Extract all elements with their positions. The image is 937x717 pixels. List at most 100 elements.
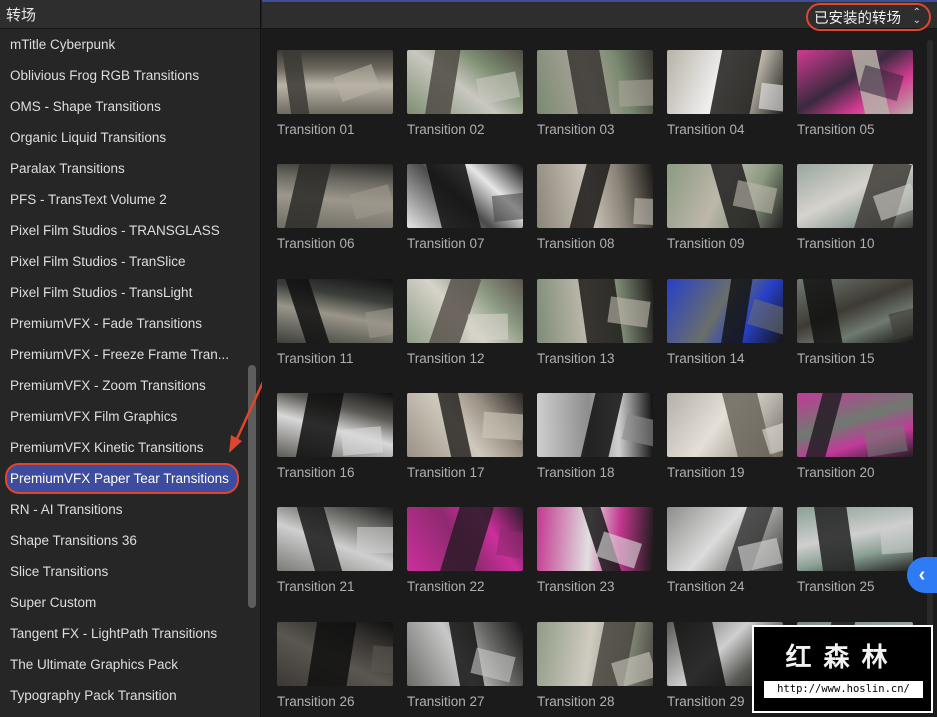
sidebar-item[interactable]: Organic Liquid Transitions <box>0 122 244 153</box>
transition-tile[interactable]: Transition 28 <box>537 621 653 709</box>
transition-thumbnail[interactable] <box>667 507 783 572</box>
paper-tear-shape <box>566 50 612 114</box>
transition-thumbnail[interactable] <box>277 621 393 686</box>
transition-thumbnail[interactable] <box>277 164 393 229</box>
transition-thumbnail[interactable] <box>407 164 523 229</box>
sidebar-scrollbar[interactable] <box>248 365 256 608</box>
transition-tile[interactable]: Transition 11 <box>277 278 393 366</box>
sidebar-item[interactable]: Paralax Transitions <box>0 153 244 184</box>
collapse-inspector-button[interactable]: ‹ <box>907 557 937 593</box>
transition-tile[interactable]: Transition 15 <box>797 278 913 366</box>
transition-thumbnail[interactable] <box>797 164 913 229</box>
transition-tile[interactable]: Transition 13 <box>537 278 653 366</box>
paper-tear-shape <box>294 392 345 457</box>
sidebar-item[interactable]: PremiumVFX - Fade Transitions <box>0 308 244 339</box>
transition-thumbnail[interactable] <box>537 507 653 572</box>
select-chevron-icon: ⌃ ⌄ <box>912 7 921 26</box>
transition-tile[interactable]: Transition 24 <box>667 507 783 594</box>
sidebar-item[interactable]: PremiumVFX - Freeze Frame Tran... <box>0 339 244 370</box>
paper-tear-shape <box>813 507 857 572</box>
transition-tile[interactable]: Transition 22 <box>407 507 523 594</box>
transition-thumbnail[interactable] <box>277 507 393 572</box>
transition-thumbnail[interactable] <box>407 278 523 343</box>
transition-tile[interactable]: Transition 01 <box>277 50 393 137</box>
transition-thumbnail[interactable] <box>797 278 913 343</box>
sidebar: 转场 mTitle Cyberpunk Oblivious Frog RGB Tr… <box>0 0 261 717</box>
transition-tile[interactable]: Transition 25 <box>797 507 913 594</box>
paper-tear-shape <box>333 63 381 103</box>
transition-tile[interactable]: Transition 08 <box>537 164 653 251</box>
sidebar-item[interactable]: Pixel Film Studios - TRANSGLASS <box>0 215 244 246</box>
transition-tile[interactable]: Transition 27 <box>407 621 523 709</box>
sidebar-item[interactable]: Tangent FX - LightPath Transitions <box>0 618 244 649</box>
transition-tile[interactable]: Transition 21 <box>277 507 393 594</box>
sidebar-item[interactable]: RN - AI Transitions <box>0 494 244 525</box>
paper-tear-shape <box>568 164 611 229</box>
transition-tile[interactable]: Transition 03 <box>537 50 653 137</box>
transition-thumbnail[interactable] <box>537 392 653 457</box>
transition-tile[interactable]: Transition 16 <box>277 392 393 480</box>
transition-thumbnail[interactable] <box>537 50 653 114</box>
sidebar-item[interactable]: Pixel Film Studios - TranSlice <box>0 246 244 277</box>
sidebar-item[interactable]: Pixel Film Studios - TransLight <box>0 277 244 308</box>
transition-thumbnail[interactable] <box>797 392 913 457</box>
transition-tile[interactable]: Transition 10 <box>797 164 913 251</box>
sidebar-item[interactable]: PremiumVFX Paper Tear Transitions <box>5 463 239 494</box>
transition-thumbnail[interactable] <box>667 164 783 229</box>
transition-tile[interactable]: Transition 02 <box>407 50 523 137</box>
transition-thumbnail[interactable] <box>277 278 393 343</box>
transition-tile[interactable]: Transition 07 <box>407 164 523 251</box>
transition-tile[interactable]: Transition 20 <box>797 392 913 480</box>
transition-tile[interactable]: Transition 23 <box>537 507 653 594</box>
sidebar-item[interactable]: Typography Pack Transition <box>0 680 244 711</box>
sidebar-item[interactable]: Shape Transitions 36 <box>0 525 244 556</box>
paper-tear-shape <box>305 621 358 686</box>
paper-tear-shape <box>607 295 651 328</box>
transition-tile[interactable]: Transition 05 <box>797 50 913 137</box>
sidebar-item[interactable]: PremiumVFX Kinetic Transitions <box>0 432 244 463</box>
browser-main: 已安装的转场 ⌃ ⌄ Transition 01 Transition 02 Tra… <box>262 0 937 717</box>
sidebar-item[interactable]: PremiumVFX Film Graphics <box>0 401 244 432</box>
transition-thumbnail[interactable] <box>797 50 913 114</box>
sidebar-item[interactable]: Oblivious Frog RGB Transitions <box>0 60 244 91</box>
transition-thumbnail[interactable] <box>537 164 653 229</box>
sidebar-item[interactable]: mTitle Cyberpunk <box>0 29 244 60</box>
transition-thumbnail[interactable] <box>407 392 523 457</box>
transition-thumbnail[interactable] <box>667 50 783 114</box>
transition-thumbnail[interactable] <box>407 507 523 572</box>
installed-transitions-select[interactable]: 已安装的转场 ⌃ ⌄ <box>806 3 931 31</box>
transition-thumbnail[interactable] <box>277 50 393 114</box>
transition-thumbnail[interactable] <box>667 392 783 457</box>
transition-thumbnail[interactable] <box>407 621 523 686</box>
transition-label: Transition 14 <box>667 350 745 366</box>
paper-tear-shape <box>579 392 624 457</box>
transition-thumbnail[interactable] <box>537 278 653 343</box>
transition-tile[interactable]: Transition 17 <box>407 392 523 480</box>
transition-tile[interactable]: Transition 06 <box>277 164 393 251</box>
sidebar-item[interactable]: PFS - TransText Volume 2 <box>0 184 244 215</box>
paper-tear-shape <box>803 392 844 457</box>
paper-tear-shape <box>482 411 523 441</box>
transition-thumbnail[interactable] <box>277 392 393 457</box>
sidebar-item[interactable]: OMS - Shape Transitions <box>0 91 244 122</box>
sidebar-item[interactable]: Super Custom <box>0 587 244 618</box>
sidebar-item[interactable]: Slice Transitions <box>0 556 244 587</box>
paper-tear-shape <box>436 392 474 457</box>
transition-tile[interactable]: Transition 04 <box>667 50 783 137</box>
transition-tile[interactable]: Transition 14 <box>667 278 783 366</box>
transition-tile[interactable]: Transition 26 <box>277 621 393 709</box>
watermark-url: http://www.hoslin.cn/ <box>764 681 923 698</box>
sidebar-item[interactable]: PremiumVFX - Zoom Transitions <box>0 370 244 401</box>
browser-scrollbar[interactable] <box>927 40 933 700</box>
transition-tile[interactable]: Transition 19 <box>667 392 783 480</box>
transition-tile[interactable]: Transition 12 <box>407 278 523 366</box>
transition-thumbnail[interactable] <box>407 50 523 114</box>
paper-tear-shape <box>340 426 384 456</box>
transition-tile[interactable]: Transition 18 <box>537 392 653 480</box>
transition-thumbnail[interactable] <box>667 278 783 343</box>
transition-thumbnail[interactable] <box>537 621 653 686</box>
transition-thumbnail[interactable] <box>797 507 913 572</box>
sidebar-item[interactable]: The Ultimate Graphics Pack <box>0 649 244 680</box>
transition-tile[interactable]: Transition 09 <box>667 164 783 251</box>
sidebar-item[interactable]: Unique Slides <box>0 711 244 717</box>
